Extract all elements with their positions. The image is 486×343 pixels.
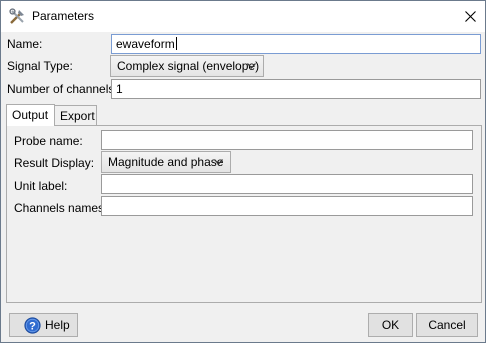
chevron-down-icon: [214, 159, 223, 165]
tab-output[interactable]: Output: [6, 104, 55, 126]
tab-output-label: Output: [12, 108, 49, 122]
unit-label-label: Unit label:: [14, 179, 68, 193]
name-label: Name:: [7, 37, 43, 51]
result-display-value: Magnitude and phase: [108, 155, 224, 169]
cancel-button[interactable]: Cancel: [416, 313, 478, 337]
signal-type-value: Complex signal (envelope): [117, 59, 260, 73]
chevron-down-icon: [247, 63, 256, 69]
output-panel: Probe name: Result Display: Magnitude an…: [6, 125, 482, 303]
channels-input[interactable]: 1: [111, 79, 481, 99]
tools-icon: [9, 8, 24, 24]
window-title: Parameters: [32, 9, 95, 23]
svg-text:?: ?: [29, 320, 36, 332]
probe-name-label: Probe name:: [14, 134, 83, 148]
name-value: ewaveform: [116, 37, 175, 51]
signal-type-select[interactable]: Complex signal (envelope): [110, 55, 264, 77]
tab-export-label: Export: [60, 109, 95, 123]
channels-names-label: Channels names:: [14, 201, 108, 215]
signal-type-label: Signal Type:: [7, 59, 73, 73]
probe-name-input[interactable]: [101, 130, 473, 150]
help-button-label: Help: [45, 318, 70, 332]
parameters-dialog: Parameters Name: ewaveform Signal Type: …: [0, 0, 486, 343]
text-caret: [175, 37, 177, 50]
cancel-button-label: Cancel: [428, 318, 466, 332]
tab-export[interactable]: Export: [54, 105, 97, 126]
help-button[interactable]: ? Help: [9, 313, 78, 337]
channels-value: 1: [116, 82, 123, 96]
close-button[interactable]: [456, 2, 484, 31]
title-bar: Parameters: [1, 1, 485, 32]
ok-button-label: OK: [381, 318, 400, 332]
channels-names-input[interactable]: [101, 196, 473, 216]
result-display-select[interactable]: Magnitude and phase: [101, 151, 231, 173]
help-icon: ?: [24, 316, 41, 334]
ok-button[interactable]: OK: [368, 313, 413, 337]
close-icon: [464, 11, 476, 22]
unit-label-input[interactable]: [101, 174, 473, 194]
result-display-label: Result Display:: [14, 156, 95, 170]
name-input[interactable]: ewaveform: [111, 34, 481, 54]
channels-label: Number of channels:: [7, 82, 118, 96]
